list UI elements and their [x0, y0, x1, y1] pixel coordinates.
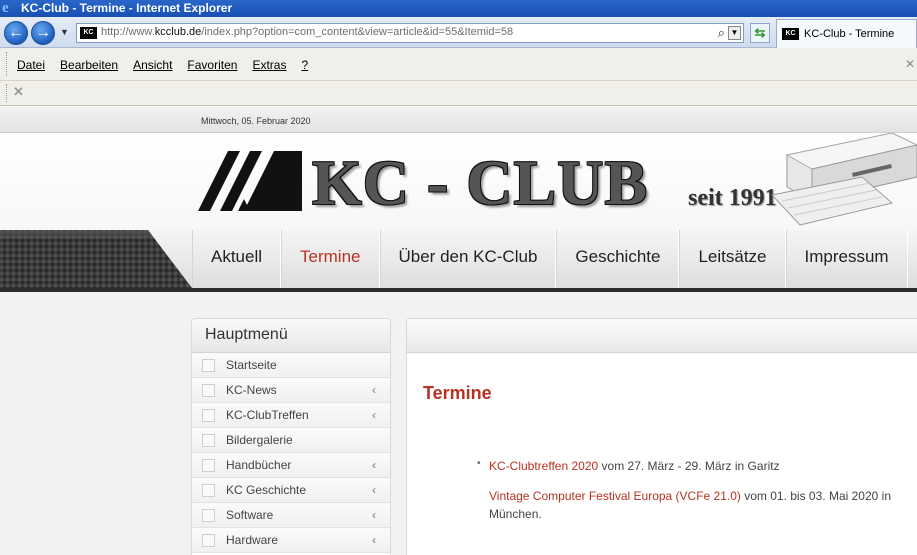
browser-tab[interactable]: KC KC-Club - Termine — [776, 19, 917, 48]
command-bar: ✕ — [0, 81, 917, 106]
nav-aktuell[interactable]: Aktuell — [192, 230, 282, 288]
chevron-left-icon[interactable]: ‹ — [372, 403, 376, 427]
sidebar-item-hardware[interactable]: Hardware ‹ — [192, 528, 390, 553]
tab-favicon-icon: KC — [782, 28, 799, 40]
window-title: KC-Club - Termine - Internet Explorer — [21, 1, 233, 15]
address-toolbar: ← → ▼ KC http://www.kcclub.de/index.php?… — [0, 17, 917, 48]
toolbar-grip[interactable] — [6, 84, 9, 102]
tab-label: KC-Club - Termine — [804, 28, 895, 40]
sidebar-item-bildergalerie[interactable]: Bildergalerie — [192, 428, 390, 453]
bullet-box-icon — [202, 534, 215, 547]
article-title: Termine — [423, 383, 492, 403]
menu-datei[interactable]: Datei — [17, 58, 45, 72]
event-link-clubtreffen[interactable]: KC-Clubtreffen 2020 — [489, 459, 598, 473]
menu-ansicht[interactable]: Ansicht — [133, 58, 172, 72]
site-favicon-icon: KC — [80, 27, 97, 39]
nav-impressum[interactable]: Impressum — [785, 230, 908, 288]
list-bullet: • — [477, 458, 481, 469]
sidebar-title: Hauptmenü — [192, 319, 390, 353]
chevron-left-icon[interactable]: ‹ — [372, 503, 376, 527]
sidebar-item-kc-clubtreffen[interactable]: KC-ClubTreffen ‹ — [192, 403, 390, 428]
sidebar-item-software[interactable]: Software ‹ — [192, 503, 390, 528]
nav-termine[interactable]: Termine — [281, 230, 380, 288]
site-header: KC - CLUB seit 1991 — [0, 133, 917, 231]
menu-bearbeiten[interactable]: Bearbeiten — [60, 58, 118, 72]
list-item: Vintage Computer Festival Europa (VCFe 2… — [489, 489, 891, 521]
chevron-left-icon[interactable]: ‹ — [372, 478, 376, 502]
web-page: Mittwoch, 05. Februar 2020 KC - CLUB sei… — [0, 107, 917, 555]
bullet-box-icon — [202, 434, 215, 447]
address-bar[interactable]: KC http://www.kcclub.de/index.php?option… — [76, 23, 744, 43]
refresh-button[interactable]: ⇆ — [750, 23, 770, 43]
menu-extras[interactable]: Extras — [252, 58, 286, 72]
main-navigation: Aktuell Termine Über den KC-Club Geschic… — [0, 230, 917, 292]
computer-device-image — [771, 133, 917, 226]
bullet-box-icon — [202, 459, 215, 472]
sidebar-item-startseite[interactable]: Startseite — [192, 353, 390, 378]
bullet-box-icon — [202, 509, 215, 522]
address-dropdown-icon[interactable]: ▼ — [728, 26, 741, 40]
forward-button[interactable]: → — [31, 21, 55, 45]
arrow-left-icon: ← — [8, 24, 24, 41]
list-item: KC-Clubtreffen 2020 vom 27. März - 29. M… — [489, 459, 780, 473]
carbon-decoration — [0, 230, 192, 288]
page-body: Hauptmenü Startseite KC-News ‹ KC-ClubTre… — [0, 292, 917, 555]
menu-bar: Datei Bearbeiten Ansicht Favoriten Extra… — [0, 48, 917, 81]
url-text[interactable]: http://www.kcclub.de/index.php?option=co… — [101, 26, 513, 38]
refresh-icon: ⇆ — [754, 25, 766, 40]
site-logo-text[interactable]: KC - CLUB — [312, 151, 648, 215]
sidebar-item-kc-news[interactable]: KC-News ‹ — [192, 378, 390, 403]
current-date: Mittwoch, 05. Februar 2020 — [201, 116, 311, 126]
toolbar-grip[interactable] — [6, 52, 9, 76]
internet-explorer-icon: e — [2, 0, 9, 16]
history-dropdown-icon[interactable]: ▼ — [60, 27, 69, 37]
search-icon[interactable]: ⌕ — [718, 25, 725, 41]
menu-favoriten[interactable]: Favoriten — [187, 58, 237, 72]
nav-leitsaetze[interactable]: Leitsätze — [679, 230, 786, 288]
chevron-left-icon[interactable]: ‹ — [372, 528, 376, 552]
date-bar: Mittwoch, 05. Februar 2020 — [0, 107, 917, 133]
sidebar-item-kc-geschichte[interactable]: KC Geschichte ‹ — [192, 478, 390, 503]
window-titlebar: e KC-Club - Termine - Internet Explorer — [0, 0, 917, 17]
bullet-box-icon — [202, 359, 215, 372]
kc-logo-icon[interactable] — [198, 149, 304, 213]
arrow-right-icon: → — [35, 24, 51, 41]
stop-icon[interactable]: ✕ — [13, 84, 24, 100]
chevron-left-icon[interactable]: ‹ — [372, 453, 376, 477]
nav-ueber-den-kc-club[interactable]: Über den KC-Club — [379, 230, 557, 288]
menu-close-icon[interactable]: ✕ — [905, 57, 915, 71]
main-menu-sidebar: Hauptmenü Startseite KC-News ‹ KC-ClubTre… — [191, 318, 391, 555]
chevron-left-icon[interactable]: ‹ — [372, 378, 376, 402]
bullet-box-icon — [202, 484, 215, 497]
event-link-vcfe[interactable]: Vintage Computer Festival Europa (VCFe 2… — [489, 489, 741, 503]
back-button[interactable]: ← — [4, 21, 28, 45]
sidebar-item-handbuecher[interactable]: Handbücher ‹ — [192, 453, 390, 478]
article-content: Termine • KC-Clubtreffen 2020 vom 27. Mä… — [406, 318, 917, 555]
nav-geschichte[interactable]: Geschichte — [556, 230, 680, 288]
bullet-box-icon — [202, 384, 215, 397]
menu-help[interactable]: ? — [301, 58, 308, 72]
content-header-bar — [407, 319, 917, 353]
bullet-box-icon — [202, 409, 215, 422]
